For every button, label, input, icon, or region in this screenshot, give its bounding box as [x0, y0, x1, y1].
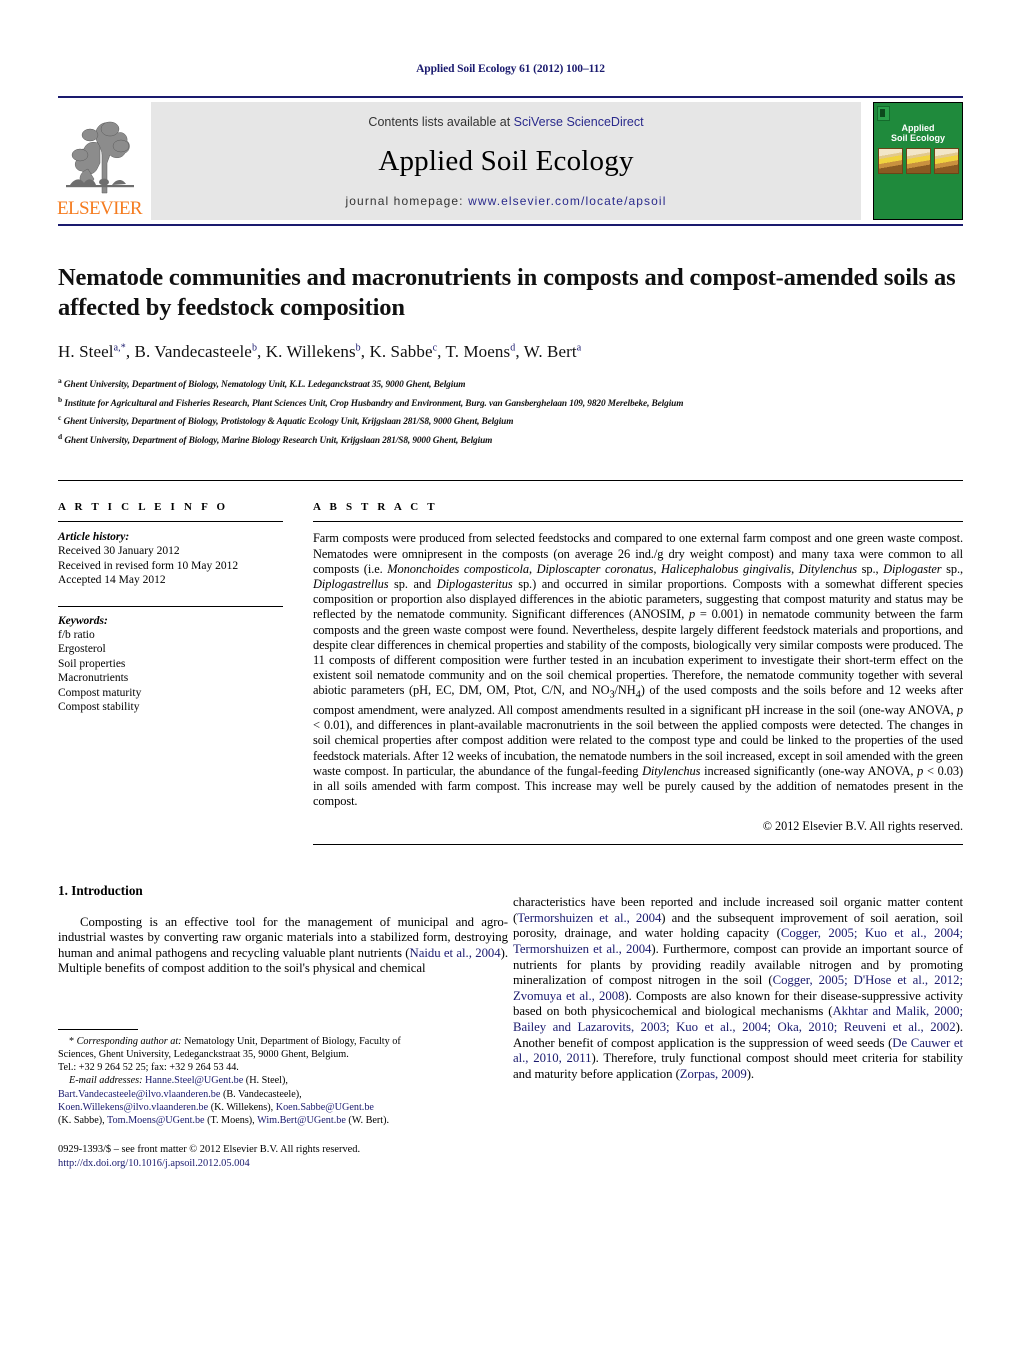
- cover-corner-emblem-icon: [877, 106, 890, 121]
- journal-article-page: Applied Soil Ecology 61 (2012) 100–112 E…: [0, 0, 1021, 1351]
- history-item: Received in revised form 10 May 2012: [58, 559, 239, 572]
- contents-prefix: Contents lists available at: [368, 115, 514, 129]
- history-item: Accepted 14 May 2012: [58, 574, 166, 587]
- affiliation-marker: c: [58, 413, 62, 423]
- keyword-item: Compost stability: [58, 701, 140, 714]
- article-history-label: Article history:: [58, 531, 130, 544]
- issn-copyright-block: 0929-1393/$ – see front matter © 2012 El…: [58, 1143, 508, 1171]
- introduction-heading: 1. Introduction: [58, 882, 143, 898]
- corresponding-author-note: * Corresponding author at: Nematology Un…: [58, 1035, 401, 1074]
- article-info-rule: [58, 521, 283, 523]
- affiliation-marker: d: [58, 431, 63, 441]
- contents-list-line: Contents lists available at SciVerse Sci…: [368, 115, 643, 129]
- affiliation-item: a Ghent University, Department of Biolog…: [58, 374, 963, 393]
- elsevier-tree-icon: [65, 121, 134, 194]
- copyright-line: © 2012 Elsevier B.V. All rights reserved…: [762, 818, 963, 833]
- affiliation-text: Ghent University, Department of Biology,…: [64, 435, 493, 446]
- info-abstract-section: A R T I C L E I N F O Article history: R…: [58, 480, 963, 845]
- issn-line: 0929-1393/$ – see front matter © 2012 El…: [58, 1144, 361, 1156]
- cover-title: Applied Soil Ecology: [874, 123, 962, 143]
- keywords-rule: [58, 605, 283, 607]
- cover-title-line2: Soil Ecology: [890, 133, 945, 143]
- abstract-rule: [313, 521, 963, 523]
- affiliation-list: a Ghent University, Department of Biolog…: [58, 374, 963, 448]
- abstract-column: A B S T R A C T Farm composts were produ…: [313, 501, 963, 845]
- homepage-prefix: journal homepage:: [345, 194, 469, 208]
- cover-soil-block: [877, 148, 903, 174]
- body-two-column-layout: 1. Introduction Composting is an effecti…: [58, 883, 963, 1172]
- affiliation-item: d Ghent University, Department of Biolog…: [58, 430, 963, 449]
- body-column-right: characteristics have been reported and i…: [513, 883, 963, 1172]
- affiliation-marker: a: [58, 376, 62, 385]
- footnote-rule: [58, 1028, 138, 1030]
- affiliation-text: Ghent University, Department of Biology,…: [63, 380, 466, 391]
- journal-header-center: Contents lists available at SciVerse Sci…: [151, 102, 861, 220]
- journal-homepage-line: journal homepage: www.elsevier.com/locat…: [346, 194, 667, 208]
- introduction-paragraph-right: characteristics have been reported and i…: [513, 895, 964, 1081]
- footnote-block: * Corresponding author at: Nematology Un…: [58, 1028, 508, 1171]
- doi-link[interactable]: http://dx.doi.org/10.1016/j.apsoil.2012.…: [58, 1157, 508, 1171]
- keyword-item: f/b ratio: [58, 628, 95, 641]
- affiliation-text: Institute for Agricultural and Fisheries…: [64, 398, 684, 409]
- history-item: Received 30 January 2012: [58, 545, 180, 558]
- abstract-body: Farm composts were produced from selecte…: [313, 531, 963, 809]
- cover-title-line1: Applied: [901, 123, 935, 133]
- author-list: H. Steela,*, B. Vandecasteeleb, K. Wille…: [58, 342, 582, 361]
- keyword-item: Macronutrients: [58, 672, 129, 685]
- running-head: Applied Soil Ecology 61 (2012) 100–112: [416, 63, 605, 75]
- header-bottom-rule: [58, 224, 963, 226]
- keywords-label: Keywords:: [58, 614, 108, 627]
- email-addresses-note: E-mail addresses: Hanne.Steel@UGent.be (…: [58, 1075, 390, 1127]
- article-info-column: A R T I C L E I N F O Article history: R…: [58, 501, 313, 844]
- elsevier-logo: ELSEVIER: [57, 102, 143, 220]
- introduction-paragraph-left: Composting is an effective tool for the …: [58, 914, 508, 976]
- journal-title: Applied Soil Ecology: [378, 145, 634, 177]
- journal-header-band: ELSEVIER Contents lists available at Sci…: [57, 102, 963, 220]
- keyword-item: Soil properties: [58, 657, 126, 670]
- journal-cover-thumbnail: Applied Soil Ecology: [873, 102, 963, 220]
- header-top-rule: [58, 96, 963, 98]
- abstract-bottom-rule: [313, 843, 963, 845]
- abstract-heading: A B S T R A C T: [313, 501, 438, 514]
- homepage-url-link[interactable]: www.elsevier.com/locate/apsoil: [468, 194, 666, 208]
- cover-soil-block: [933, 148, 959, 174]
- affiliation-text: Ghent University, Department of Biology,…: [63, 417, 514, 428]
- sciencedirect-link[interactable]: SciVerse ScienceDirect: [514, 115, 644, 129]
- affiliation-item: b Institute for Agricultural and Fisheri…: [58, 393, 963, 412]
- affiliation-item: c Ghent University, Department of Biolog…: [58, 411, 963, 430]
- affiliation-marker: b: [58, 394, 63, 404]
- cover-soil-block: [905, 148, 931, 174]
- body-column-left: 1. Introduction Composting is an effecti…: [58, 883, 508, 1172]
- article-info-heading: A R T I C L E I N F O: [58, 501, 229, 514]
- cover-soil-blocks-icon: [874, 148, 962, 174]
- keyword-item: Ergosterol: [58, 643, 106, 656]
- elsevier-wordmark: ELSEVIER: [57, 198, 143, 219]
- keyword-item: Compost maturity: [58, 686, 142, 699]
- page-title: Nematode communities and macronutrients …: [58, 264, 956, 321]
